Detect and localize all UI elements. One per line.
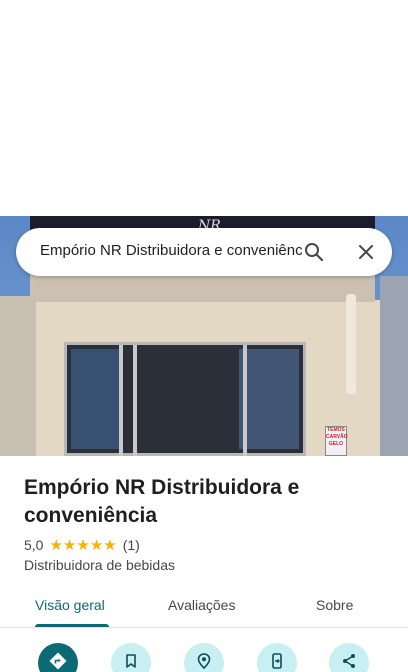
star-icon: ★ xyxy=(76,536,90,554)
door-reflection xyxy=(71,349,121,449)
nearby-button[interactable] xyxy=(184,643,224,672)
star-icon: ★ xyxy=(62,536,77,554)
rating-value: 5,0 xyxy=(24,537,44,553)
map-area xyxy=(0,0,408,216)
door-frame xyxy=(119,345,123,456)
directions-button[interactable] xyxy=(38,643,78,672)
tab-about[interactable]: Sobre xyxy=(316,597,353,613)
share-button[interactable] xyxy=(329,643,369,672)
search-bar[interactable]: Empório NR Distribuidora e conveniência xyxy=(16,228,392,276)
tab-reviews[interactable]: Avaliações xyxy=(168,597,235,613)
save-button[interactable] xyxy=(111,643,151,672)
active-tab-indicator xyxy=(35,624,109,627)
glass-door xyxy=(64,342,306,456)
star-icon: ★ xyxy=(89,536,104,554)
directions-icon xyxy=(48,651,68,672)
search-input[interactable]: Empório NR Distribuidora e conveniência xyxy=(40,242,302,259)
place-category[interactable]: Distribuidora de bebidas xyxy=(24,557,175,573)
bookmark-icon xyxy=(121,651,141,672)
review-count[interactable]: (1) xyxy=(123,537,140,553)
close-icon[interactable] xyxy=(354,240,378,264)
nearby-icon xyxy=(194,651,214,672)
search-icon[interactable] xyxy=(302,240,326,264)
star-rating: ★ ★ ★ ★ ★ xyxy=(49,538,116,553)
right-wall xyxy=(380,276,408,456)
star-icon: ★ xyxy=(103,536,117,554)
door-reflection xyxy=(239,349,299,449)
awning xyxy=(30,274,375,302)
send-to-phone-icon xyxy=(267,651,287,672)
rating-row[interactable]: 5,0 ★ ★ ★ ★ ★ (1) xyxy=(24,536,140,554)
door-frame xyxy=(133,345,137,456)
drain-pipe xyxy=(346,294,356,394)
tab-bar: Visão geral Avaliações Sobre xyxy=(0,586,408,628)
share-icon xyxy=(339,651,359,672)
door-frame xyxy=(243,345,247,456)
send-to-phone-button[interactable] xyxy=(257,643,297,672)
place-title: Empório NR Distribuidora e conveniência xyxy=(24,476,300,527)
star-icon: ★ xyxy=(49,536,63,554)
shop-poster: TEMOS CARVÃO GELO xyxy=(325,426,348,456)
tab-overview[interactable]: Visão geral xyxy=(35,597,105,613)
